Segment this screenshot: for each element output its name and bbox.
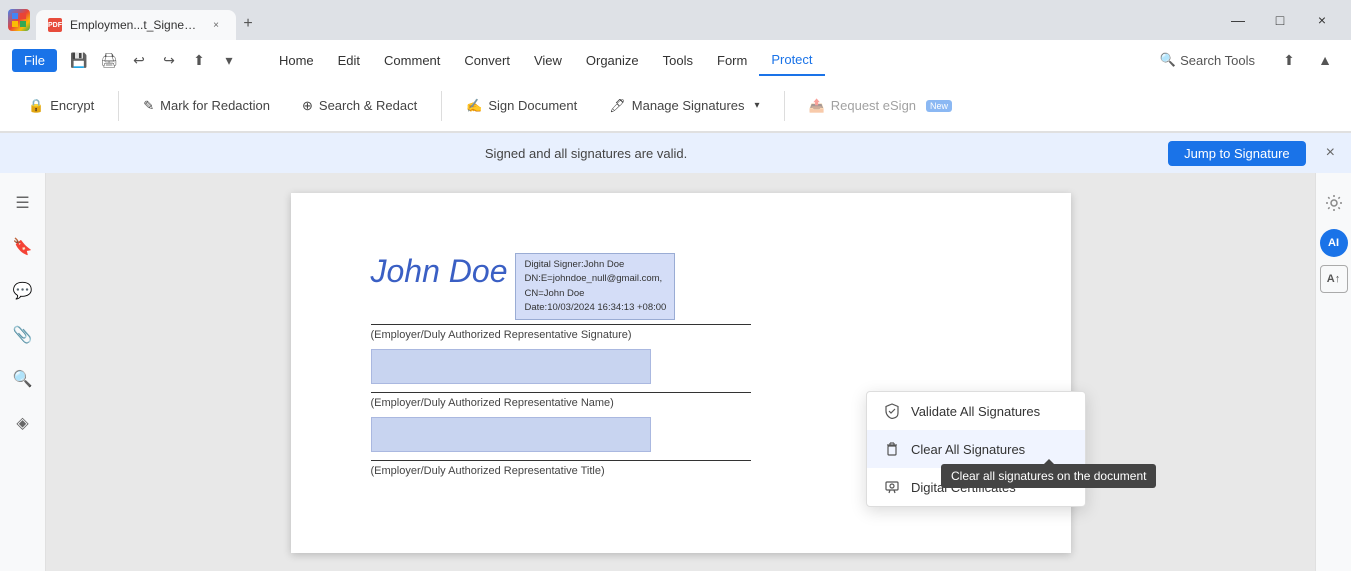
- tab-pdf-icon: PDF: [48, 18, 62, 32]
- encrypt-label: Encrypt: [50, 98, 94, 113]
- signed-status-text: Signed and all signatures are valid.: [485, 146, 687, 161]
- sig-box-title: [371, 417, 651, 452]
- upload-button[interactable]: ⬆: [1275, 46, 1303, 74]
- sidebar-comments-icon[interactable]: 💬: [5, 273, 41, 309]
- separator-3: [784, 91, 785, 121]
- menu-tools[interactable]: Tools: [651, 44, 705, 76]
- maximize-button[interactable]: □: [1259, 5, 1301, 35]
- validate-all-signatures-item[interactable]: Validate All Signatures: [867, 392, 1085, 430]
- app-header: File 💾 🖨 ↩ ↪ ⬆ ▾ Home Edit Comment Conve…: [0, 40, 1351, 133]
- request-esign-label: Request eSign: [831, 98, 916, 113]
- tab-title: Employmen...t_Signed.pdf: [70, 18, 200, 32]
- new-tab-button[interactable]: +: [236, 12, 260, 36]
- esign-icon: 📤: [809, 98, 825, 114]
- menu-form[interactable]: Form: [705, 44, 759, 76]
- sidebar-left: ☰ 🔖 💬 📎 🔍 ◈: [0, 173, 46, 571]
- clear-all-signatures-label: Clear All Signatures: [911, 442, 1025, 457]
- close-notification-button[interactable]: ×: [1326, 144, 1335, 162]
- collapse-button[interactable]: ▲: [1311, 46, 1339, 74]
- search-redact-button[interactable]: ⊕ Search & Redact: [290, 87, 429, 125]
- file-menu-button[interactable]: File: [12, 49, 57, 72]
- encrypt-button[interactable]: 🔒 Encrypt: [16, 87, 106, 125]
- active-tab[interactable]: PDF Employmen...t_Signed.pdf ×: [36, 10, 236, 40]
- sig-line-2: [371, 392, 751, 393]
- menu-bar: File 💾 🖨 ↩ ↪ ⬆ ▾ Home Edit Comment Conve…: [0, 40, 1351, 80]
- undo-icon[interactable]: ↩: [125, 46, 153, 74]
- share-icon[interactable]: ⬆: [185, 46, 213, 74]
- document-area: John Doe Digital Signer:John Doe DN:E=jo…: [46, 173, 1315, 571]
- menu-nav: Home Edit Comment Convert View Organize …: [267, 44, 825, 76]
- search-redact-icon: ⊕: [302, 98, 313, 114]
- header-right: 🔍 Search Tools ⬆ ▲: [1148, 46, 1339, 74]
- sidebar-az-icon[interactable]: A↑: [1320, 265, 1348, 293]
- menu-home[interactable]: Home: [267, 44, 326, 76]
- sign-document-button[interactable]: ✍ Sign Document: [454, 87, 589, 125]
- main-area: ☰ 🔖 💬 📎 🔍 ◈ John Doe Digital Signer:John…: [0, 173, 1351, 571]
- validate-all-label: Validate All Signatures: [911, 404, 1040, 419]
- menu-view[interactable]: View: [522, 44, 574, 76]
- shield-check-icon: [883, 402, 901, 420]
- request-esign-button[interactable]: 📤 Request eSign New: [797, 87, 964, 125]
- clear-signatures-tooltip: Clear all signatures on the document: [941, 464, 1156, 488]
- manage-signatures-dropdown: Validate All Signatures Clear All Signat…: [866, 391, 1086, 507]
- toolbar-actions: 💾 🖨 ↩ ↪ ⬆ ▾: [65, 46, 243, 74]
- sidebar-right: AI A↑: [1315, 173, 1351, 571]
- menu-convert[interactable]: Convert: [452, 44, 522, 76]
- trash-icon: [883, 440, 901, 458]
- tab-close-button[interactable]: ×: [208, 17, 224, 33]
- notification-bar: Signed and all signatures are valid. Jum…: [0, 133, 1351, 173]
- jump-to-signature-button[interactable]: Jump to Signature: [1168, 141, 1306, 166]
- notification-text: Signed and all signatures are valid.: [16, 146, 1156, 161]
- close-window-button[interactable]: ×: [1301, 5, 1343, 35]
- dropdown-icon[interactable]: ▾: [215, 46, 243, 74]
- search-tools-label: Search Tools: [1180, 53, 1255, 68]
- sig-line-1: [371, 324, 751, 325]
- lock-icon: 🔒: [28, 98, 44, 114]
- manage-signatures-button[interactable]: 🖊 Manage Signatures ▾: [597, 87, 771, 125]
- menu-comment[interactable]: Comment: [372, 44, 452, 76]
- redo-icon[interactable]: ↪: [155, 46, 183, 74]
- sig-info-text: Digital Signer:John Doe DN:E=johndoe_nul…: [524, 258, 666, 315]
- mark-redaction-button[interactable]: ✎ Mark for Redaction: [131, 87, 282, 125]
- manage-signatures-label: Manage Signatures: [632, 98, 745, 113]
- signatures-icon: 🖊: [609, 98, 626, 114]
- separator-2: [441, 91, 442, 121]
- sig-box-name: [371, 349, 651, 384]
- print-icon[interactable]: 🖨: [95, 46, 123, 74]
- sidebar-ai-icon[interactable]: AI: [1320, 229, 1348, 257]
- menu-organize[interactable]: Organize: [574, 44, 651, 76]
- sidebar-bookmarks-icon[interactable]: 🔖: [5, 229, 41, 265]
- mark-redaction-label: Mark for Redaction: [160, 98, 270, 113]
- sidebar-settings-icon[interactable]: [1316, 185, 1351, 221]
- sig-line-3: [371, 460, 751, 461]
- signature-name: John Doe: [371, 253, 508, 290]
- sidebar-layers-icon[interactable]: ◈: [5, 405, 41, 441]
- mark-icon: ✎: [143, 98, 154, 114]
- signature-info-box: Digital Signer:John Doe DN:E=johndoe_nul…: [515, 253, 675, 320]
- browser-chrome: PDF Employmen...t_Signed.pdf × + — □ ×: [0, 0, 1351, 40]
- sidebar-attachments-icon[interactable]: 📎: [5, 317, 41, 353]
- sig-label-1: (Employer/Duly Authorized Representative…: [371, 329, 991, 341]
- browser-logo: [8, 9, 30, 31]
- minimize-button[interactable]: —: [1217, 5, 1259, 35]
- search-redact-label: Search & Redact: [319, 98, 417, 113]
- menu-protect[interactable]: Protect: [759, 44, 824, 76]
- certificate-icon: [883, 478, 901, 496]
- search-tools-button[interactable]: 🔍 Search Tools: [1148, 48, 1267, 72]
- manage-signatures-arrow: ▾: [755, 100, 760, 111]
- tab-bar: PDF Employmen...t_Signed.pdf × +: [36, 0, 1211, 40]
- menu-edit[interactable]: Edit: [326, 44, 372, 76]
- new-badge: New: [926, 100, 952, 112]
- save-icon[interactable]: 💾: [65, 46, 93, 74]
- sign-document-label: Sign Document: [488, 98, 577, 113]
- sidebar-panels-icon[interactable]: ☰: [5, 185, 41, 221]
- sign-icon: ✍: [466, 98, 482, 114]
- sidebar-search-icon[interactable]: 🔍: [5, 361, 41, 397]
- tooltip-text: Clear all signatures on the document: [951, 469, 1146, 483]
- separator-1: [118, 91, 119, 121]
- toolbar2: 🔒 Encrypt ✎ Mark for Redaction ⊕ Search …: [0, 80, 1351, 132]
